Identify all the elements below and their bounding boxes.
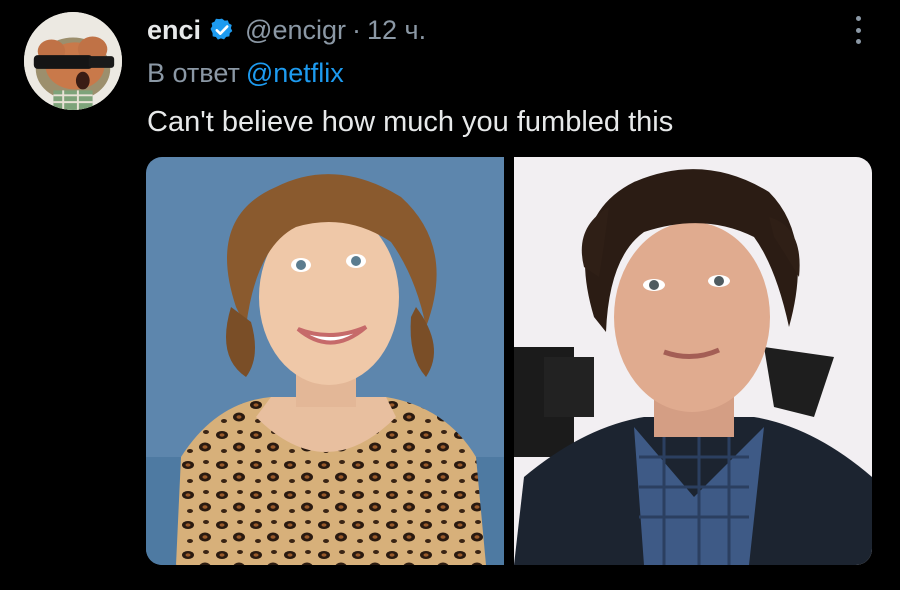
handle[interactable]: @encigr xyxy=(245,15,346,46)
more-dot xyxy=(855,39,861,44)
tweet-text: Can't believe how much you fumbled this xyxy=(147,106,674,138)
reply-mention-link[interactable]: @netflix xyxy=(246,58,344,88)
verified-badge-icon xyxy=(210,18,233,40)
more-dot xyxy=(855,16,861,21)
more-options-icon[interactable] xyxy=(844,14,872,46)
reply-context: В ответ @netflix xyxy=(147,58,344,89)
separator: · xyxy=(351,14,361,45)
timestamp[interactable]: 12 ч. xyxy=(367,15,426,46)
photo-right[interactable] xyxy=(514,157,872,565)
avatar-image xyxy=(24,12,122,110)
tweet-header: enci @encigr · 12 ч. xyxy=(147,14,426,46)
more-dot xyxy=(855,27,861,33)
photo-left[interactable] xyxy=(146,157,504,565)
man-photo xyxy=(514,157,872,565)
media-grid xyxy=(146,157,872,565)
reply-prefix: В ответ xyxy=(147,58,240,88)
display-name[interactable]: enci xyxy=(147,15,201,46)
woman-photo xyxy=(146,157,504,565)
avatar[interactable] xyxy=(24,12,122,110)
